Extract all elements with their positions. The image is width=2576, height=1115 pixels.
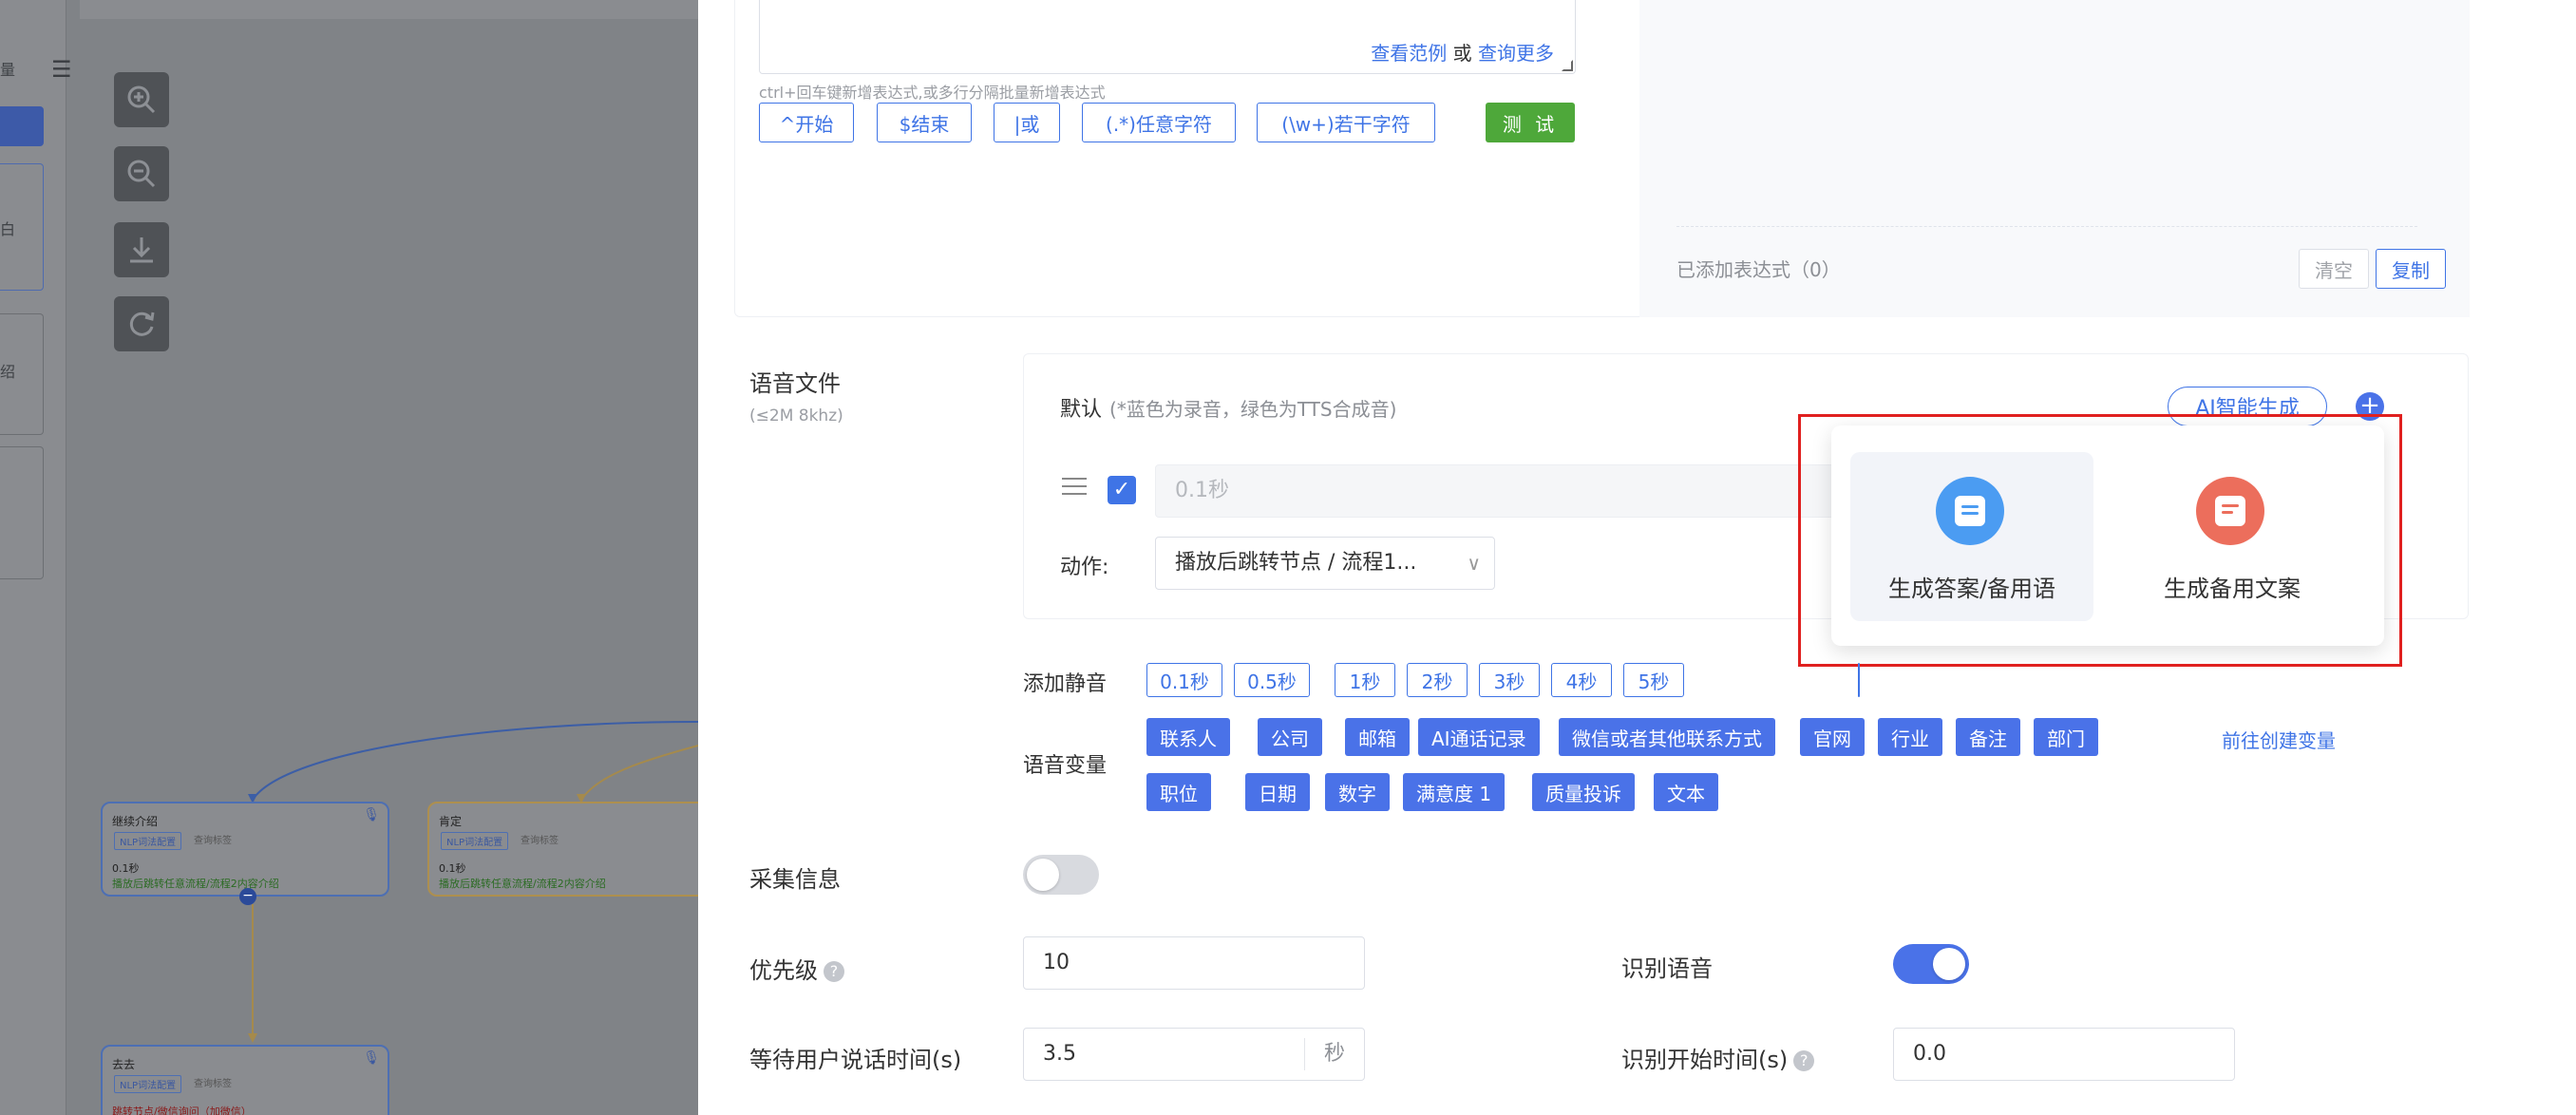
wait-time-input[interactable]: 3.5 秒 — [1023, 1028, 1365, 1081]
regex-help-links: 查看范例 或 查询更多 — [1371, 38, 1554, 66]
node-title: 去去 — [112, 1058, 136, 1071]
variable-tag[interactable]: AI通话记录 — [1418, 718, 1540, 756]
variable-tag[interactable]: 联系人 — [1146, 718, 1230, 756]
silence-option[interactable]: 0.1秒 — [1146, 663, 1222, 697]
voice-color-note: (*蓝色为录音，绿色为TTS合成音) — [1109, 398, 1397, 421]
variable-tag[interactable]: 质量投诉 — [1532, 773, 1635, 811]
flow-connectors — [248, 721, 698, 1043]
wait-time-label: 等待用户说话时间(s) — [749, 1047, 962, 1073]
node-tag: NLP词法配置 — [114, 1075, 182, 1093]
action-label: 动作: — [1060, 556, 1109, 579]
action-select-value: 播放后跳转节点 / 流程1... — [1175, 551, 1417, 575]
priority-label-text: 优先级 — [749, 957, 818, 984]
node-title: 肯定 — [439, 815, 463, 828]
regex-word-chars-button[interactable]: (\w+)若干字符 — [1257, 103, 1435, 142]
regex-start-button[interactable]: ^开始 — [759, 103, 854, 142]
node-action: 播放后跳转任意流程/流程2内容介绍 — [439, 878, 606, 890]
node-tag: 查询标签 — [521, 836, 559, 846]
action-select[interactable]: 播放后跳转节点 / 流程1... ∨ — [1155, 537, 1495, 590]
regex-end-button[interactable]: $结束 — [877, 103, 972, 142]
silence-option[interactable]: 5秒 — [1623, 663, 1684, 697]
silence-option[interactable]: 4秒 — [1551, 663, 1612, 697]
voice-file-label: 语音文件 — [749, 370, 841, 397]
variable-tag[interactable]: 公司 — [1258, 718, 1322, 756]
voice-checkbox[interactable]: ✓ — [1108, 476, 1136, 504]
flow-node: 肯定 NLP词法配置 查询标签 0.1秒 播放后跳转任意流程/流程2内容介绍 — [427, 802, 698, 897]
node-action: 播放后跳转任意流程/流程2内容介绍 — [112, 878, 279, 890]
node-tag: 查询标签 — [194, 1079, 232, 1089]
flow-canvas-backdrop: 量 白 绍 ☰ 继续介绍 NLP词法配置 查询标签 0.1秒 播放后跳转任意流程… — [0, 0, 698, 1115]
copy-button[interactable]: 复制 — [2376, 249, 2446, 289]
variable-tag[interactable]: 日期 — [1245, 773, 1310, 811]
clear-button[interactable]: 清空 — [2299, 249, 2369, 289]
variable-tag[interactable]: 备注 — [1956, 718, 2020, 756]
node-tag: NLP词法配置 — [441, 832, 509, 850]
variable-tag[interactable]: 邮箱 — [1345, 718, 1410, 756]
node-settings-drawer: 查看范例 或 查询更多 ctrl+回车键新增表达式,或多行分隔批量新增表达式 ^… — [698, 0, 2576, 1115]
voice-duration-input[interactable]: 0.1秒 — [1155, 464, 1839, 518]
recognize-start-label: 识别开始时间(s)? — [1621, 1041, 1815, 1074]
or-text: 或 — [1452, 42, 1472, 65]
node-tag: 查询标签 — [194, 836, 232, 846]
wait-time-value: 3.5 — [1043, 1042, 1076, 1066]
variable-tag[interactable]: 文本 — [1654, 773, 1718, 811]
microphone-icon: 🎙 — [363, 807, 380, 822]
silence-label: 添加静音 — [1023, 672, 1108, 696]
view-examples-link[interactable]: 查看范例 — [1371, 42, 1447, 65]
silence-option[interactable]: 1秒 — [1335, 663, 1395, 697]
node-action: 跳转节点/微信询问（加微信） — [112, 1106, 252, 1115]
toggle-knob — [1027, 859, 1059, 891]
default-label: 默认 — [1060, 398, 1103, 422]
create-variable-link[interactable]: 前往创建变量 — [2222, 726, 2336, 753]
divider — [1676, 226, 2417, 227]
highlight-box — [1798, 414, 2402, 667]
variable-tag[interactable]: 数字 — [1325, 773, 1390, 811]
recognize-voice-label: 识别语音 — [1621, 955, 1713, 982]
voice-default-header: 默认 (*蓝色为录音，绿色为TTS合成音) — [1060, 392, 1396, 423]
variable-tag[interactable]: 微信或者其他联系方式 — [1559, 718, 1775, 756]
node-duration: 0.1秒 — [439, 862, 466, 875]
regex-or-button[interactable]: |或 — [994, 103, 1060, 142]
collect-info-toggle[interactable] — [1023, 855, 1099, 895]
regex-any-char-button[interactable]: (.*)任意字符 — [1082, 103, 1236, 142]
resize-handle-icon[interactable] — [1562, 60, 1573, 71]
voice-file-sublabel: (≤2M 8khz) — [749, 406, 843, 425]
collapse-icon: − — [239, 888, 256, 905]
query-more-link[interactable]: 查询更多 — [1478, 42, 1554, 65]
flow-node: 去去 NLP词法配置 查询标签 跳转节点/微信询问（加微信） 🎙 — [101, 1045, 389, 1115]
recognize-start-input[interactable]: 0.0 — [1893, 1028, 2235, 1081]
variable-tag[interactable]: 职位 — [1146, 773, 1211, 811]
variable-tag[interactable]: 满意度 1 — [1403, 773, 1506, 811]
variable-tag[interactable]: 部门 — [2034, 718, 2098, 756]
node-tag: NLP词法配置 — [114, 832, 182, 850]
node-title: 继续介绍 — [112, 815, 159, 828]
microphone-icon: 🎙 — [363, 1050, 380, 1066]
priority-label: 优先级? — [749, 952, 844, 985]
help-icon[interactable]: ? — [824, 961, 844, 982]
regex-textarea[interactable]: 查看范例 或 查询更多 — [759, 0, 1576, 74]
drag-handle-icon[interactable] — [1062, 478, 1087, 499]
regex-hint: ctrl+回车键新增表达式,或多行分隔批量新增表达式 — [759, 84, 1106, 102]
collect-info-label: 采集信息 — [749, 866, 841, 893]
recognize-voice-toggle[interactable] — [1893, 944, 1969, 984]
toggle-knob — [1933, 948, 1965, 980]
node-duration: 0.1秒 — [112, 862, 140, 875]
voice-variable-label: 语音变量 — [1023, 754, 1108, 778]
silence-option[interactable]: 2秒 — [1407, 663, 1468, 697]
wait-time-unit: 秒 — [1303, 1038, 1364, 1070]
priority-input[interactable]: 10 — [1023, 936, 1365, 990]
variable-tag[interactable]: 行业 — [1878, 718, 1942, 756]
expression-count: 已添加表达式（0） — [1676, 258, 1841, 281]
help-icon[interactable]: ? — [1793, 1050, 1815, 1071]
variable-tag[interactable]: 官网 — [1800, 718, 1865, 756]
chevron-down-icon: ∨ — [1467, 552, 1481, 575]
silence-option[interactable]: 0.5秒 — [1234, 663, 1310, 697]
flow-node: 继续介绍 NLP词法配置 查询标签 0.1秒 播放后跳转任意流程/流程2内容介绍… — [101, 802, 389, 905]
test-button[interactable]: 测 试 — [1486, 103, 1575, 142]
silence-option[interactable]: 3秒 — [1479, 663, 1540, 697]
recognize-start-label-text: 识别开始时间(s) — [1621, 1047, 1789, 1073]
